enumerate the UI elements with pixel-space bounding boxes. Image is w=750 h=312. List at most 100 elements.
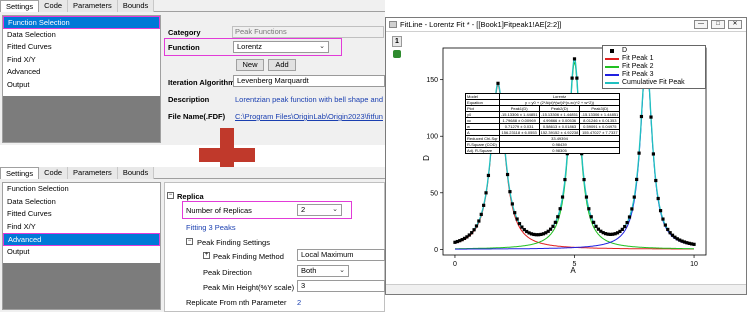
legend-label: Cumulative Fit Peak <box>622 79 685 86</box>
tree-item-output[interactable]: Output <box>3 79 160 92</box>
iteration-select[interactable]: Levenberg Marquardt <box>233 75 385 87</box>
data-point <box>625 220 629 225</box>
legend-swatch-icon <box>605 74 619 76</box>
data-point <box>472 228 476 232</box>
x-tick-label: 10 <box>690 261 698 268</box>
data-point <box>496 81 500 85</box>
peak-min-input[interactable]: 3 <box>297 280 385 292</box>
data-point <box>508 190 512 194</box>
y-tick-label: 0 <box>434 247 438 254</box>
table-cell: 0.59091 ± 0.04975 <box>579 123 621 130</box>
data-point <box>513 211 517 215</box>
legend-item: Fit Peak 1 <box>605 55 703 63</box>
x-tick-label: 5 <box>573 261 577 268</box>
add-button[interactable]: Add <box>268 59 296 71</box>
data-point <box>620 227 624 231</box>
y-tick-label: 150 <box>426 77 438 84</box>
tree-empty-area <box>3 96 160 142</box>
new-button[interactable]: New <box>236 59 264 71</box>
data-point <box>486 173 491 178</box>
data-point <box>515 217 519 221</box>
tab-parameters[interactable]: Parameters <box>68 167 118 179</box>
bottom-dialog: Settings Code Parameters Bounds Function… <box>0 167 385 312</box>
legend-swatch-icon <box>605 58 619 60</box>
data-point <box>477 219 481 223</box>
table-cell: 0.71279 ± 0.031 <box>498 123 540 130</box>
data-point <box>592 220 596 224</box>
function-label: Function <box>168 43 200 52</box>
description-text: Lorentzian peak function with bell shape… <box>235 95 385 104</box>
legend-label: Fit Peak 3 <box>622 71 654 78</box>
filename-link[interactable]: C:\Program Files\OriginLab\Origin2023\fi… <box>235 112 385 121</box>
tree-item-output[interactable]: Output <box>3 246 160 259</box>
legend[interactable]: D Fit Peak 1 Fit Peak 2 Fit Peak 3 Cumulativ… <box>602 45 706 89</box>
data-point <box>479 212 483 216</box>
tree-item-data-selection[interactable]: Data Selection <box>3 196 160 209</box>
peak-direction-label: Peak Direction <box>203 268 252 277</box>
tree-item-data-selection[interactable]: Data Selection <box>3 29 160 42</box>
data-point <box>589 215 593 219</box>
legend-item: D <box>605 47 703 55</box>
tab-code[interactable]: Code <box>39 167 69 179</box>
table-cell: 156.23118 ± 6.0553 <box>498 129 540 136</box>
data-point <box>482 203 486 207</box>
table-cell: -15.13306 ± 1.44851 <box>579 111 621 118</box>
category-field: Peak Functions <box>232 26 384 38</box>
data-point <box>510 202 514 206</box>
expand-icon[interactable]: + <box>203 252 210 259</box>
tab-settings[interactable]: Settings <box>0 0 40 12</box>
tab-bounds[interactable]: Bounds <box>117 167 155 179</box>
tree-item-function-selection[interactable]: Function Selection <box>3 183 160 196</box>
peak-finding-header: Peak Finding Settings <box>197 238 270 247</box>
num-replicas-value: 2 <box>301 205 306 214</box>
fit-results-table[interactable]: Model Lorentz Equation y = y0 + (2*A/pi)*(w… <box>465 93 621 154</box>
tree-item-find-xy[interactable]: Find X/Y <box>3 54 160 67</box>
peak-method-select[interactable]: Local Maximum <box>297 249 385 261</box>
data-point <box>553 220 557 224</box>
description-label: Description <box>168 95 210 104</box>
category-label: Category <box>168 28 201 37</box>
bottom-tree: Function Selection Data Selection Fitted… <box>2 182 161 310</box>
tree-item-find-xy[interactable]: Find X/Y <box>3 221 160 234</box>
data-point <box>582 177 586 182</box>
collapse-icon[interactable]: − <box>167 192 174 199</box>
data-point <box>666 227 670 232</box>
tab-parameters[interactable]: Parameters <box>68 0 118 12</box>
table-cell: 152.39152 ± 4.92238 <box>538 129 581 136</box>
tree-item-advanced[interactable]: Advanced <box>3 66 160 79</box>
num-replicas-label: Number of Replicas <box>186 206 252 215</box>
tree-item-fitted-curves[interactable]: Fitted Curves <box>3 208 160 221</box>
legend-label: D <box>622 47 628 54</box>
graph-window: FitLine - Lorentz Fit * - [[Book1]Fitpea… <box>385 17 747 295</box>
collapse-icon[interactable]: − <box>186 238 193 245</box>
tree-item-function-selection[interactable]: Function Selection <box>3 16 160 29</box>
tab-bounds[interactable]: Bounds <box>117 0 155 12</box>
data-point <box>563 177 567 182</box>
tree-item-fitted-curves[interactable]: Fitted Curves <box>3 41 160 54</box>
legend-swatch-icon <box>605 66 619 68</box>
data-point <box>661 217 665 221</box>
data-point <box>637 151 641 155</box>
data-point <box>470 231 474 235</box>
top-tree: Function Selection Data Selection Fitted… <box>2 15 161 143</box>
bottom-tabbar: Settings Code Parameters Bounds <box>0 167 385 179</box>
data-point <box>587 207 591 211</box>
data-point <box>558 207 562 211</box>
iteration-select-value: Levenberg Marquardt <box>237 76 309 85</box>
table-cell: 155.47027 ± 7.7337 <box>579 129 621 136</box>
num-replicas-select[interactable]: 2 ⌄ <box>297 204 342 216</box>
data-point <box>551 224 555 228</box>
tab-settings[interactable]: Settings <box>0 167 40 179</box>
peak-direction-select[interactable]: Both ⌄ <box>297 265 349 277</box>
table-cell: -15.13306 ± 1.44851 <box>538 111 581 118</box>
tree-item-advanced[interactable]: Advanced <box>3 233 160 246</box>
data-point <box>632 195 636 199</box>
horizontal-scrollbar[interactable] <box>386 284 746 294</box>
function-select[interactable]: Lorentz ⌄ <box>233 41 329 53</box>
table-cell: 1.79688 ± 0.00969 <box>498 117 540 124</box>
y-axis-label: D <box>422 155 431 161</box>
data-point <box>575 76 579 80</box>
table-cell: 0.58613 ± 0.01863 <box>538 123 581 130</box>
data-point <box>692 242 696 246</box>
tab-code[interactable]: Code <box>39 0 69 12</box>
